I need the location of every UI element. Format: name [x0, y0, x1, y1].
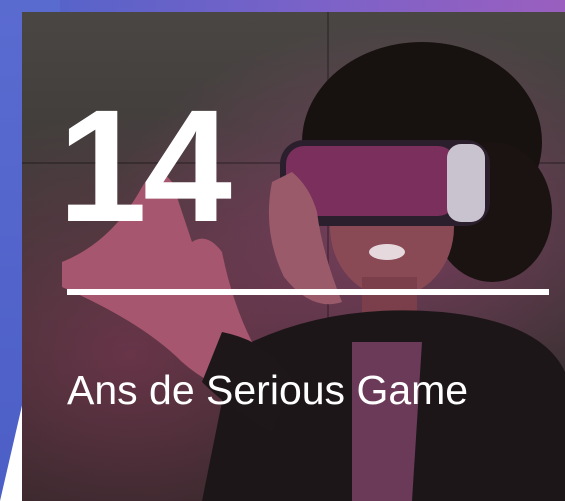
years-number: 14 [58, 76, 232, 255]
slide-frame: 14 Ans de Serious Game [0, 0, 565, 501]
vr-headset-band [447, 144, 485, 222]
divider-line [67, 289, 549, 295]
mouth-shape [369, 244, 405, 260]
years-subtitle: Ans de Serious Game [67, 367, 469, 413]
